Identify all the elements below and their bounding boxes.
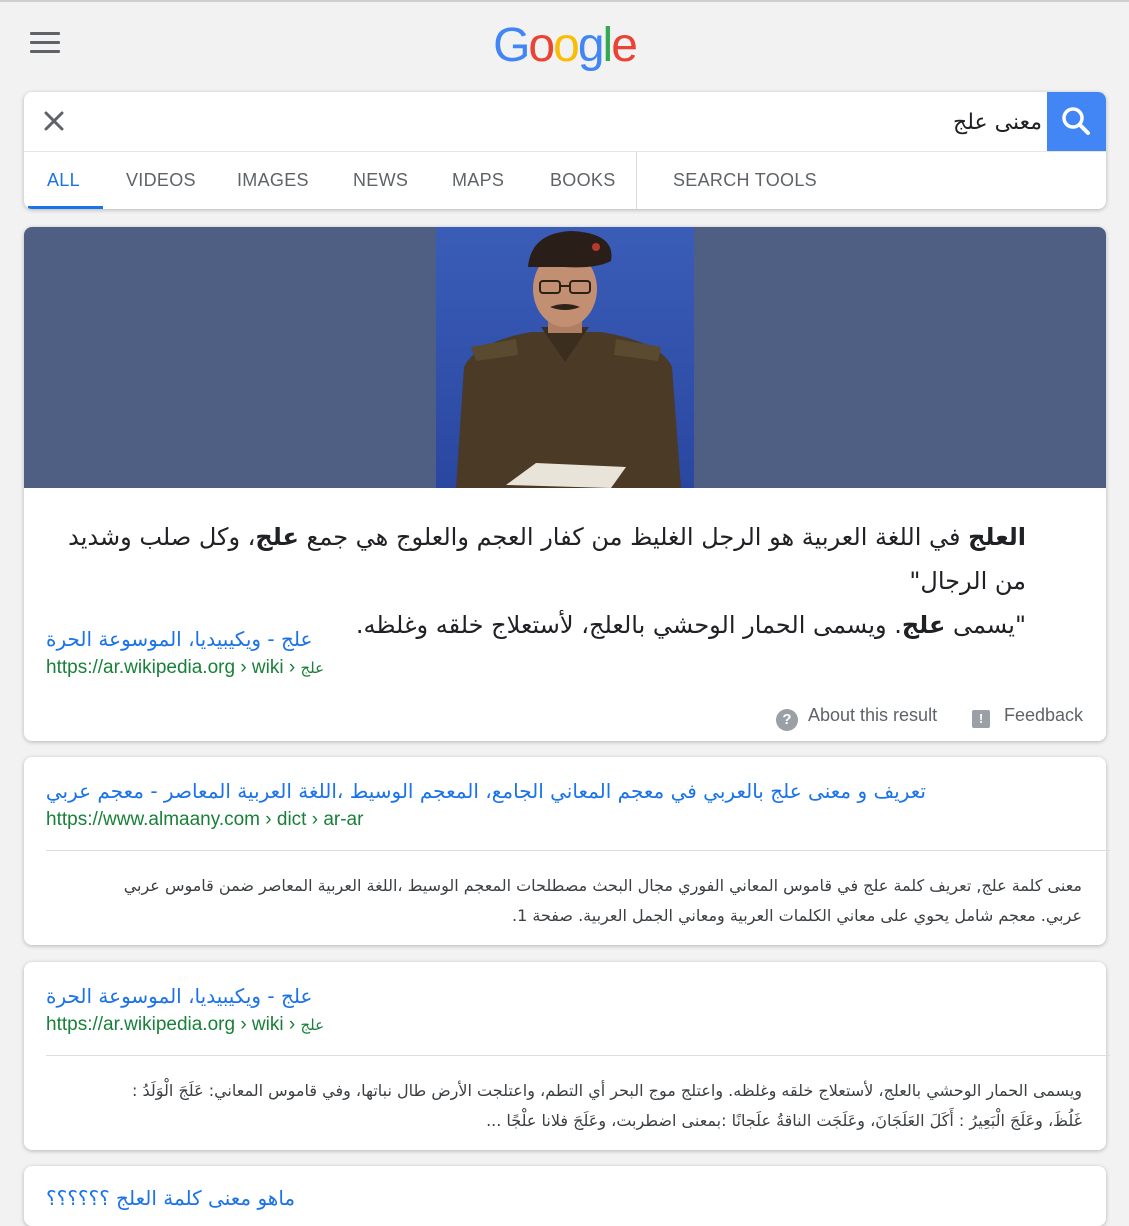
about-this-result-button[interactable]: ? About this result bbox=[776, 705, 937, 731]
feedback-label: Feedback bbox=[1004, 705, 1084, 725]
search-tabs: ALL VIDEOS IMAGES NEWS MAPS BOOKS SEARCH… bbox=[24, 151, 1106, 209]
result-description: معنى كلمة علج, تعريف كلمة علج في قاموس ا… bbox=[44, 871, 1082, 931]
result-divider bbox=[46, 1055, 1110, 1056]
feedback-button[interactable]: ! Feedback bbox=[972, 705, 1083, 728]
google-logo[interactable]: Google bbox=[0, 18, 1129, 73]
tab-books[interactable]: BOOKS bbox=[550, 151, 616, 209]
tab-search-tools[interactable]: SEARCH TOOLS bbox=[673, 151, 817, 209]
active-tab-indicator bbox=[28, 206, 103, 209]
featured-snippet-card: العلج في اللغة العربية هو الرجل الغليظ م… bbox=[24, 227, 1106, 741]
logo-letter: e bbox=[611, 19, 638, 72]
result-title-link[interactable]: تعريف و معنى علج بالعربي في معجم المعاني… bbox=[46, 779, 926, 803]
result-card: علج - ويكيبيديا، الموسوعة الحرة https://… bbox=[24, 962, 1110, 1150]
search-button[interactable] bbox=[1047, 92, 1106, 151]
result-card: تعريف و معنى علج بالعربي في معجم المعاني… bbox=[24, 757, 1110, 945]
result-card: ماهو معنى كلمة العلج ؟؟؟؟؟؟ bbox=[24, 1166, 1106, 1226]
snippet-text: في اللغة العربية هو الرجل الغليظ من كفار… bbox=[298, 523, 969, 551]
search-input[interactable] bbox=[84, 102, 1042, 142]
result-description: ويسمى الحمار الوحشي بالعلج، لأستعلاج خلق… bbox=[44, 1076, 1082, 1136]
featured-photo[interactable] bbox=[436, 227, 694, 488]
logo-letter: l bbox=[602, 19, 614, 72]
magnifier-icon bbox=[1062, 107, 1090, 135]
result-url: https://ar.wikipedia.org › wiki › علج bbox=[46, 1014, 324, 1036]
desc-line: معنى كلمة علج, تعريف كلمة علج في قاموس ا… bbox=[123, 876, 1082, 895]
result-url: https://www.almaany.com › dict › ar-ar bbox=[46, 809, 364, 830]
snippet-text: . ويسمى الحمار الوحشي بالعلج، لأستعلاج خ… bbox=[355, 611, 902, 639]
tab-news[interactable]: NEWS bbox=[353, 151, 408, 209]
tab-images[interactable]: IMAGES bbox=[237, 151, 309, 209]
search-bar bbox=[24, 92, 1106, 152]
result-title-link[interactable]: علج - ويكيبيديا، الموسوعة الحرة bbox=[46, 984, 312, 1008]
desc-line: عربي. معجم شامل يحوي على معاني الكلمات ا… bbox=[512, 906, 1082, 925]
url-text: https://ar.wikipedia.org › wiki › bbox=[46, 657, 301, 678]
logo-letter: G bbox=[493, 19, 530, 72]
featured-image-banner bbox=[24, 227, 1106, 488]
tab-maps[interactable]: MAPS bbox=[452, 151, 504, 209]
featured-result-url: https://ar.wikipedia.org › wiki › علج bbox=[46, 657, 324, 679]
tab-divider bbox=[636, 151, 637, 209]
logo-letter: g bbox=[577, 19, 605, 72]
logo-letter: o bbox=[528, 19, 555, 72]
url-text: https://ar.wikipedia.org › wiki › bbox=[46, 1014, 301, 1035]
desc-line: غَلُظَ، وعَلَجَ الْبَعِيرُ : أَكَلَ العَ… bbox=[486, 1111, 1082, 1130]
help-icon: ? bbox=[776, 709, 798, 731]
tab-videos[interactable]: VIDEOS bbox=[126, 151, 196, 209]
tab-all[interactable]: ALL bbox=[47, 151, 80, 209]
snippet-bold: علج bbox=[901, 611, 946, 639]
search-card: ALL VIDEOS IMAGES NEWS MAPS BOOKS SEARCH… bbox=[24, 92, 1106, 209]
desc-line: ويسمى الحمار الوحشي بالعلج، لأستعلاج خلق… bbox=[132, 1081, 1082, 1100]
url-tail: علج bbox=[300, 1016, 325, 1034]
url-tail: علج bbox=[300, 659, 325, 677]
featured-result-link[interactable]: علج - ويكيبيديا، الموسوعة الحرة bbox=[46, 627, 312, 651]
feedback-icon: ! bbox=[972, 710, 990, 728]
snippet-bold: علج bbox=[255, 523, 299, 551]
about-label: About this result bbox=[808, 705, 938, 725]
snippet-line-1: العلج في اللغة العربية هو الرجل الغليظ م… bbox=[44, 515, 1026, 603]
logo-letter: o bbox=[553, 19, 580, 72]
close-icon[interactable] bbox=[40, 107, 68, 135]
result-divider bbox=[46, 850, 1110, 851]
snippet-bold: العلج bbox=[968, 523, 1026, 551]
header: Google bbox=[0, 2, 1129, 92]
result-title-link[interactable]: ماهو معنى كلمة العلج ؟؟؟؟؟؟ bbox=[46, 1186, 295, 1210]
snippet-text: "يسمى bbox=[945, 611, 1026, 639]
